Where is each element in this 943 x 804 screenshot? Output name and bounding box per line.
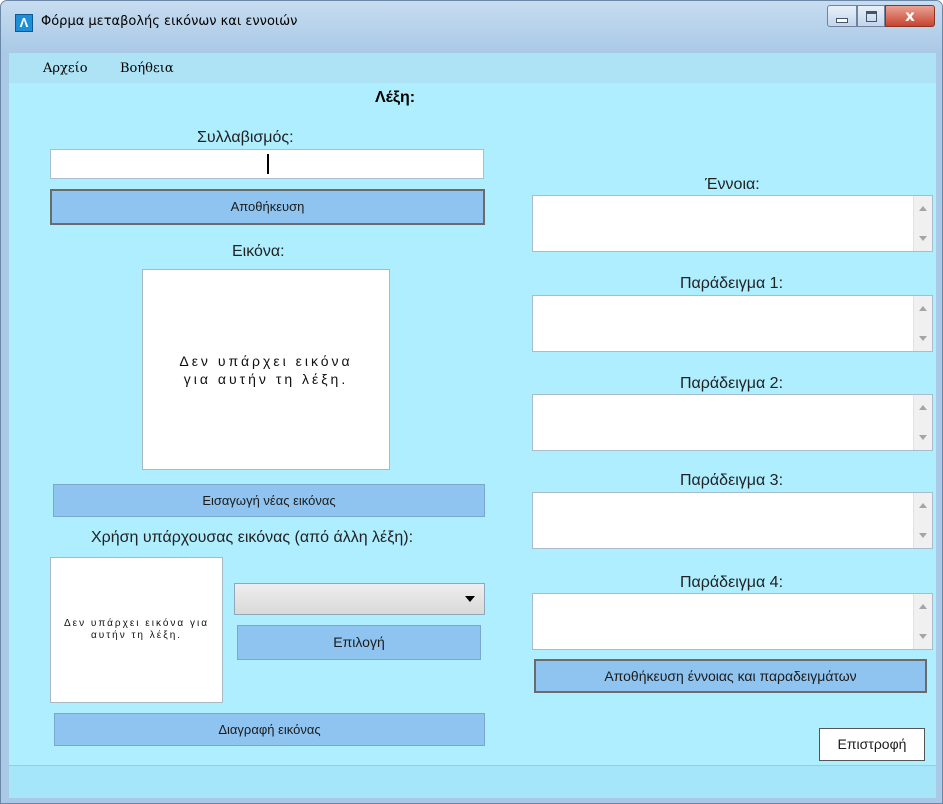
save-syllabification-button[interactable]: Αποθήκευση: [50, 189, 485, 225]
app-icon[interactable]: Λ: [15, 14, 33, 32]
image-preview: Δεν υπάρχει εικόνα για αυτήν τη λέξη.: [142, 269, 390, 470]
scroll-down-icon[interactable]: [919, 634, 927, 639]
example4-scrollbar[interactable]: [913, 594, 932, 649]
existing-image-label: Χρήση υπάρχουσας εικόνας (από άλλη λέξη)…: [91, 529, 414, 546]
word-label: Λέξη:: [375, 89, 416, 106]
status-bar: [9, 765, 936, 798]
menu-bar: Αρχείο Βοήθεια: [9, 53, 936, 83]
concept-scrollbar[interactable]: [913, 196, 932, 251]
syllabification-label: Συλλαβισμός:: [197, 129, 294, 146]
scroll-down-icon[interactable]: [919, 435, 927, 440]
scroll-down-icon[interactable]: [919, 533, 927, 538]
menu-item-help[interactable]: Βοήθεια: [120, 61, 174, 76]
scroll-down-icon[interactable]: [919, 336, 927, 341]
scroll-up-icon[interactable]: [919, 604, 927, 609]
scroll-up-icon[interactable]: [919, 503, 927, 508]
close-icon: x: [905, 7, 915, 25]
return-button[interactable]: Επιστροφή: [819, 728, 925, 761]
maximize-button[interactable]: [857, 5, 885, 27]
syllabification-input[interactable]: [50, 149, 484, 179]
example1-label: Παράδειγμα 1:: [680, 275, 784, 292]
concept-label: Έννοια:: [705, 176, 760, 193]
delete-image-button[interactable]: Διαγραφή εικόνας: [54, 713, 485, 746]
scroll-up-icon[interactable]: [919, 405, 927, 410]
minimize-button[interactable]: [827, 5, 857, 27]
no-image-text: Δεν υπάρχει εικόνα για αυτήν τη λέξη.: [179, 352, 353, 387]
existing-image-preview: Δεν υπάρχει εικόνα για αυτήν τη λέξη.: [50, 557, 223, 703]
scroll-up-icon[interactable]: [919, 206, 927, 211]
chevron-down-icon[interactable]: [465, 596, 475, 602]
example3-label: Παράδειγμα 3:: [680, 472, 784, 489]
concept-textarea[interactable]: [532, 195, 933, 252]
close-button[interactable]: x: [885, 5, 935, 27]
example2-textarea[interactable]: [532, 394, 933, 451]
example4-textarea[interactable]: [532, 593, 933, 650]
example3-scrollbar[interactable]: [913, 493, 932, 548]
window-title: Φόρμα μεταβολής εικόνων και εννοιών: [41, 14, 298, 29]
example1-textarea[interactable]: [532, 295, 933, 352]
minimize-icon: [836, 18, 848, 23]
maximize-icon: [865, 11, 877, 22]
insert-new-image-button[interactable]: Εισαγωγή νέας εικόνας: [53, 484, 485, 517]
scroll-up-icon[interactable]: [919, 306, 927, 311]
image-label: Εικόνα:: [232, 243, 285, 260]
example3-textarea[interactable]: [532, 492, 933, 549]
scroll-down-icon[interactable]: [919, 236, 927, 241]
existing-no-image-text: Δεν υπάρχει εικόνα για αυτήν τη λέξη.: [63, 618, 209, 641]
select-image-button[interactable]: Επιλογή: [237, 625, 481, 660]
example2-scrollbar[interactable]: [913, 395, 932, 450]
example4-label: Παράδειγμα 4:: [680, 574, 784, 591]
example2-label: Παράδειγμα 2:: [680, 375, 784, 392]
example1-scrollbar[interactable]: [913, 296, 932, 351]
title-bar[interactable]: Λ Φόρμα μεταβολής εικόνων και εννοιών x: [1, 1, 942, 53]
text-caret: [267, 154, 269, 174]
existing-image-select[interactable]: [234, 583, 485, 615]
save-concept-examples-button[interactable]: Αποθήκευση έννοιας και παραδειγμάτων: [534, 659, 927, 693]
form-client-area: Λέξη: Συλλαβισμός: Αποθήκευση Εικόνα: Δε…: [9, 83, 936, 765]
menu-item-file[interactable]: Αρχείο: [43, 61, 88, 76]
application-window: Λ Φόρμα μεταβολής εικόνων και εννοιών x …: [0, 0, 943, 804]
